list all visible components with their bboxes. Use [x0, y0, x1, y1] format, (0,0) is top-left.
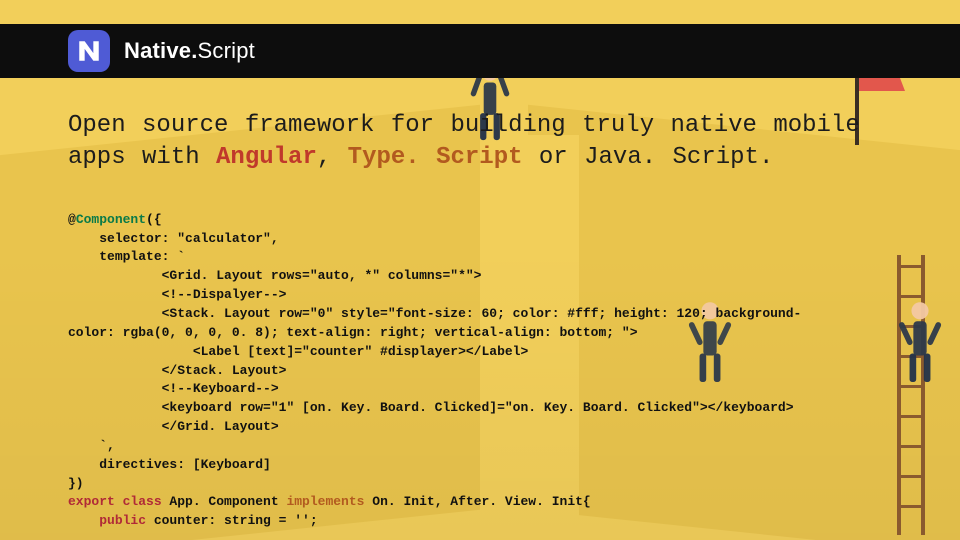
code-block: @Component({ selector: "calculator", tem…: [68, 211, 930, 531]
headline-typescript: Type. Script: [348, 144, 523, 171]
headline-javascript: Java. Script: [584, 144, 759, 171]
brand-title: Native.Script: [124, 38, 255, 64]
nativescript-logo-icon: [68, 30, 110, 72]
headline-end: .: [759, 144, 773, 171]
brand-bold: Native.: [124, 38, 198, 63]
headline-text: Open source framework for building truly…: [68, 110, 930, 175]
slide-content: Open source framework for building truly…: [68, 110, 930, 531]
brand-light: Script: [198, 38, 255, 63]
header-bar: Native.Script: [0, 24, 960, 78]
headline-angular: Angular: [216, 144, 317, 171]
presentation-slide: Native.Script Open source framework for …: [0, 0, 960, 540]
headline-mid: or: [523, 144, 585, 171]
headline-comma: ,: [317, 144, 348, 171]
